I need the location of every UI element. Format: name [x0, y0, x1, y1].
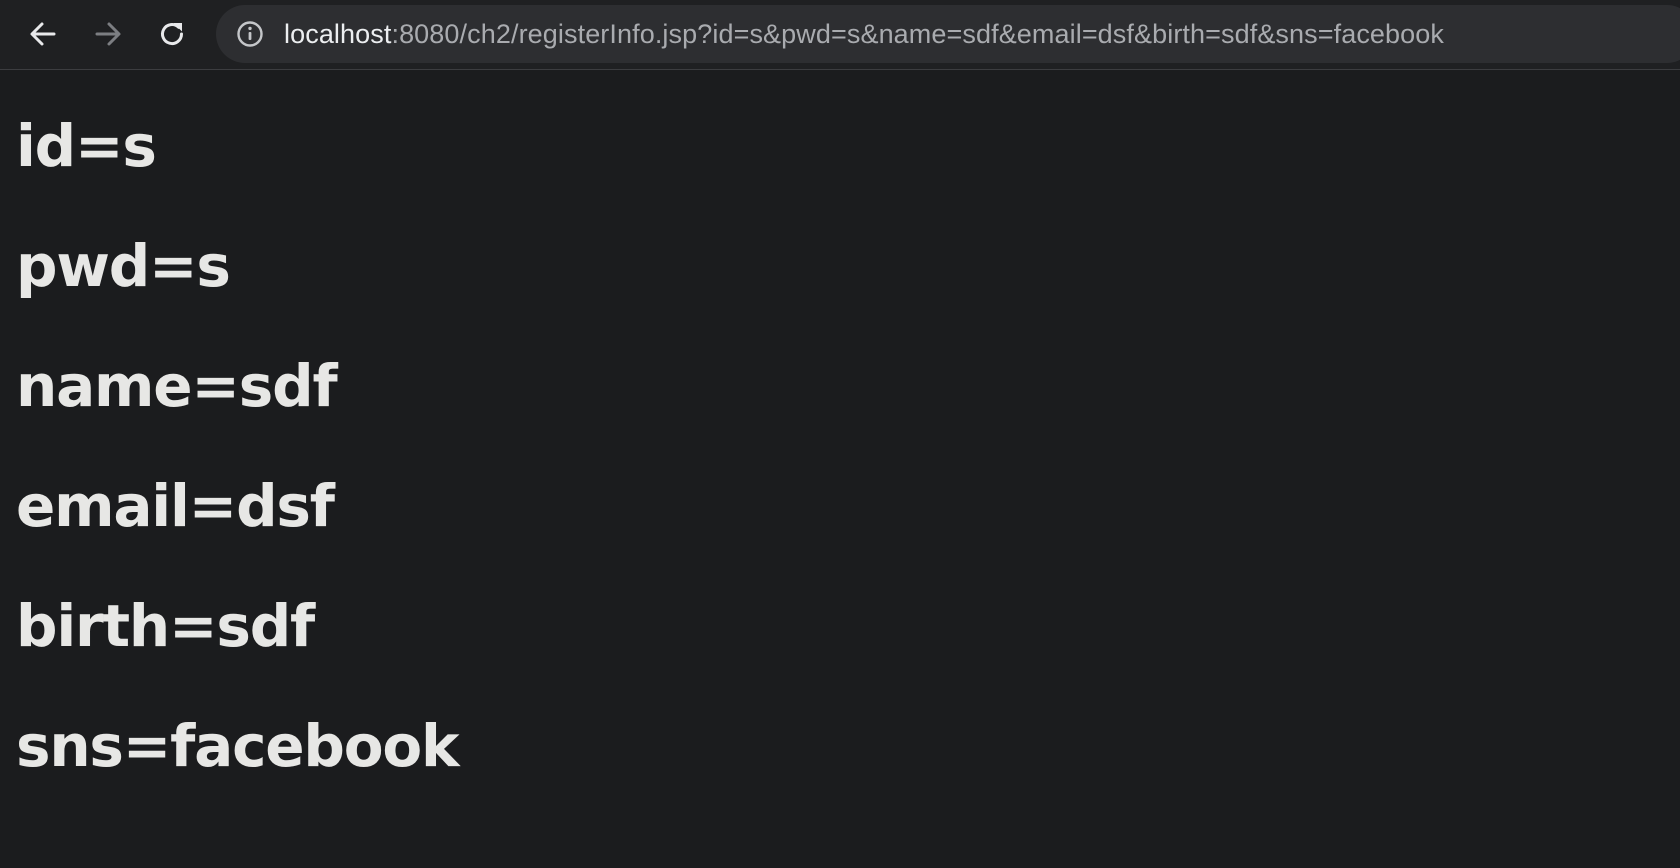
- param-email-line: email=dsf: [16, 472, 335, 540]
- arrow-right-icon: [95, 22, 121, 46]
- page-content: id=s pwd=s name=sdf email=dsf birth=sdf …: [16, 86, 460, 806]
- url-text[interactable]: localhost:8080/ch2/registerInfo.jsp?id=s…: [284, 5, 1444, 63]
- site-info-button[interactable]: [236, 20, 264, 48]
- arrow-left-icon: [30, 22, 56, 46]
- param-pwd-line: pwd=s: [16, 232, 231, 300]
- reload-icon: [161, 23, 184, 46]
- param-birth-line: birth=sdf: [16, 592, 315, 660]
- param-sns-line: sns=facebook: [16, 712, 460, 780]
- reload-button[interactable]: [150, 12, 194, 56]
- forward-button[interactable]: [86, 12, 130, 56]
- url-host: localhost: [284, 19, 392, 49]
- url-path: :8080/ch2/registerInfo.jsp?id=s&pwd=s&na…: [391, 19, 1444, 49]
- param-id-line: id=s: [16, 112, 157, 180]
- address-bar[interactable]: localhost:8080/ch2/registerInfo.jsp?id=s…: [216, 5, 1680, 63]
- info-icon: [237, 21, 263, 47]
- back-button[interactable]: [21, 12, 65, 56]
- browser-toolbar: localhost:8080/ch2/registerInfo.jsp?id=s…: [0, 0, 1680, 70]
- param-name-line: name=sdf: [16, 352, 338, 420]
